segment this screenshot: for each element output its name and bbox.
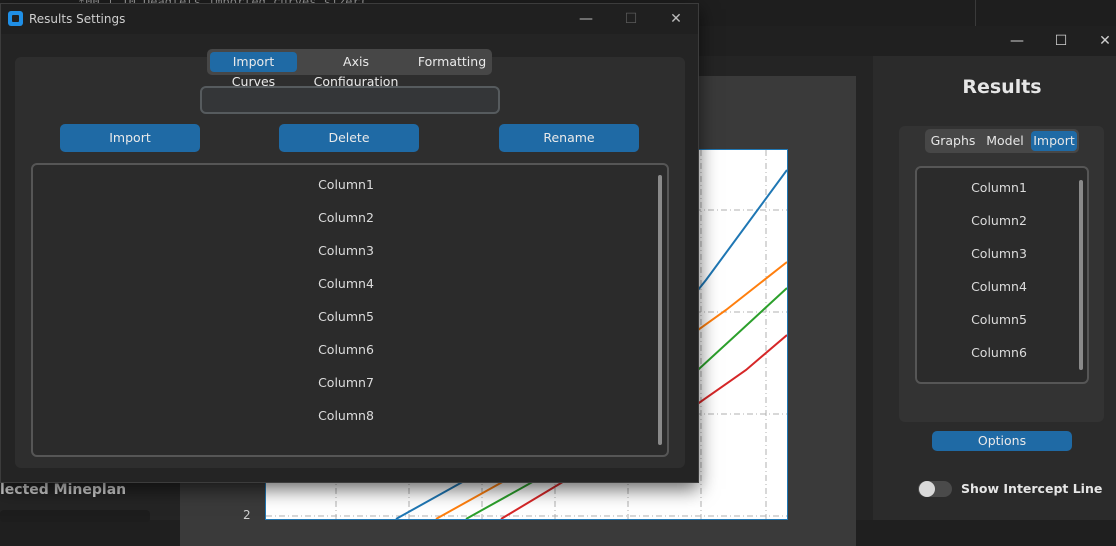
- app-icon: [8, 11, 23, 26]
- list-item[interactable]: Column5: [917, 312, 1081, 327]
- results-tabs: Graphs Model Import: [925, 129, 1079, 153]
- maximize-icon: ☐: [624, 11, 638, 27]
- results-card: Graphs Model Import Column1 Column2 Colu…: [899, 126, 1104, 422]
- divider: [975, 0, 976, 26]
- list-item[interactable]: Column3: [33, 243, 659, 258]
- tab-formatting[interactable]: Formatting: [415, 52, 489, 72]
- import-button[interactable]: Import: [60, 124, 200, 152]
- list-item[interactable]: Column4: [917, 279, 1081, 294]
- minimize-icon[interactable]: —: [994, 26, 1040, 56]
- maximize-icon[interactable]: ☐: [1038, 26, 1084, 56]
- dialog-tabs: Import Curves Axis Configuration Formatt…: [207, 49, 492, 89]
- list-item[interactable]: Column2: [33, 210, 659, 225]
- dialog-title: Results Settings: [29, 12, 126, 26]
- tab-import-curves[interactable]: Import Curves: [210, 52, 297, 89]
- list-item[interactable]: Column6: [917, 345, 1081, 360]
- tab-axis-configuration[interactable]: Axis Configuration: [300, 52, 412, 89]
- toggle-knob: [919, 481, 935, 497]
- list-item[interactable]: Column8: [33, 408, 659, 423]
- list-item[interactable]: Column5: [33, 309, 659, 324]
- results-settings-dialog: Results Settings — ☐ ✕ Import Curves Axi…: [0, 3, 699, 483]
- options-button[interactable]: Options: [932, 431, 1072, 451]
- curve-name-input[interactable]: [200, 86, 500, 114]
- results-panel: Results Graphs Model Import Column1 Colu…: [873, 56, 1116, 520]
- intercept-line-toggle[interactable]: [918, 481, 952, 497]
- results-column-list[interactable]: Column1 Column2 Column3 Column4 Column5 …: [915, 166, 1089, 384]
- tab-graphs[interactable]: Graphs: [927, 131, 979, 151]
- scrollbar[interactable]: [658, 175, 662, 445]
- mineplan-label: lected Mineplan: [0, 482, 127, 498]
- list-item[interactable]: Column3: [917, 246, 1081, 261]
- minimize-icon[interactable]: —: [563, 4, 609, 34]
- list-item[interactable]: Column6: [33, 342, 659, 357]
- dialog-titlebar: Results Settings — ☐ ✕: [1, 4, 698, 34]
- mineplan-field[interactable]: [0, 510, 150, 522]
- rename-button[interactable]: Rename: [499, 124, 639, 152]
- results-title: Results: [962, 76, 1042, 98]
- imported-curves-list[interactable]: Column1 Column2 Column3 Column4 Column5 …: [31, 163, 669, 457]
- list-item[interactable]: Column4: [33, 276, 659, 291]
- close-icon[interactable]: ✕: [653, 4, 699, 34]
- close-icon[interactable]: ✕: [1082, 26, 1116, 56]
- tab-import[interactable]: Import: [1031, 131, 1077, 151]
- list-item[interactable]: Column2: [917, 213, 1081, 228]
- tab-model[interactable]: Model: [981, 131, 1029, 151]
- intercept-line-label: Show Intercept Line: [961, 481, 1103, 496]
- list-item[interactable]: Column1: [917, 180, 1081, 195]
- list-item[interactable]: Column1: [33, 177, 659, 192]
- list-item[interactable]: Column7: [33, 375, 659, 390]
- delete-button[interactable]: Delete: [279, 124, 419, 152]
- scrollbar[interactable]: [1079, 180, 1083, 370]
